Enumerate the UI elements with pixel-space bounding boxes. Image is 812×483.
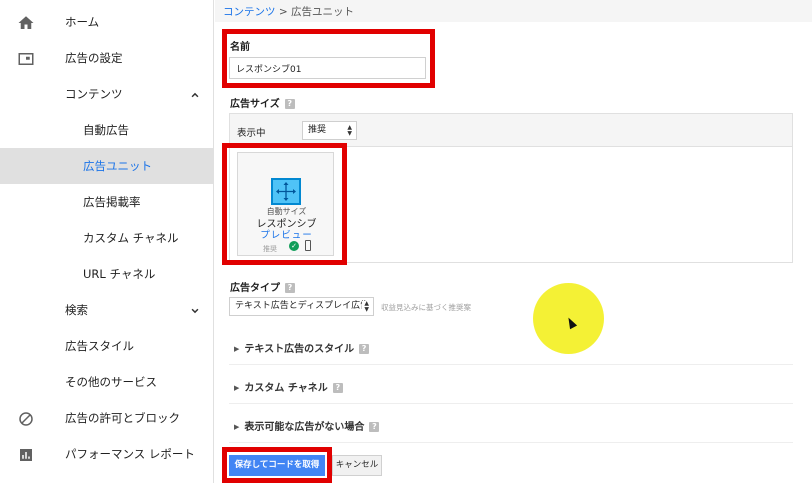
- sidebar-item-label: 広告の許可とブロック: [65, 411, 180, 425]
- show-select-value: 推奨: [308, 125, 327, 135]
- home-icon: [18, 16, 34, 29]
- mobile-device-icon: [305, 240, 311, 251]
- section-custom-channels[interactable]: ▶ カスタム チャネル?: [234, 379, 343, 394]
- sidebar-item-coverage[interactable]: 広告掲載率: [0, 184, 214, 220]
- block-icon: [19, 412, 33, 426]
- select-arrows-icon: ▲ ▼: [362, 300, 369, 313]
- show-select[interactable]: 推奨 ▲ ▼: [302, 121, 357, 140]
- card-preview-link[interactable]: プレビュー: [238, 227, 335, 241]
- breadcrumb: コンテンツ > 広告ユニット: [223, 4, 354, 19]
- ad-size-label: 広告サイズ?: [230, 95, 295, 110]
- breadcrumb-current: 広告ユニット: [290, 6, 354, 18]
- section-title: テキスト広告のスタイル: [244, 344, 355, 355]
- main-area: コンテンツ > 広告ユニット 名前 広告サイズ? 表示中 推奨 ▲▼ 自動サイズ: [215, 0, 812, 483]
- sidebar-item-label: 検索: [65, 303, 88, 317]
- ad-unit-form: 名前 広告サイズ? 表示中 推奨 ▲▼ 自動サイズ レスポンシブ プレビュー: [215, 22, 812, 483]
- divider: [229, 442, 793, 443]
- cancel-button[interactable]: キャンセル: [332, 455, 382, 476]
- sidebar-item-home[interactable]: ホーム: [0, 4, 214, 40]
- sidebar-item-url-channels[interactable]: URL チャネル: [0, 256, 214, 292]
- sidebar-item-ad-settings[interactable]: 広告の設定: [0, 40, 214, 76]
- section-no-ads-available[interactable]: ▶ 表示可能な広告がない場合?: [234, 418, 380, 433]
- divider: [229, 403, 793, 404]
- sidebar-item-ad-styles[interactable]: 広告スタイル: [0, 328, 214, 364]
- sidebar-item-contents[interactable]: コンテンツ: [0, 76, 214, 112]
- sidebar-item-performance-reports[interactable]: パフォーマンス レポート: [0, 436, 214, 472]
- sidebar-item-label: 自動広告: [83, 123, 129, 137]
- breadcrumb-separator: >: [275, 6, 291, 18]
- check-circle-icon: ✓: [289, 241, 299, 251]
- section-title: カスタム チャネル: [244, 383, 328, 394]
- sidebar-item-label: コンテンツ: [65, 87, 123, 101]
- section-text-ad-style[interactable]: ▶ テキスト広告のスタイル?: [234, 340, 370, 355]
- sidebar-item-allow-block[interactable]: 広告の許可とブロック: [0, 400, 214, 436]
- help-icon[interactable]: ?: [332, 383, 343, 393]
- sidebar: ホーム 広告の設定 コンテンツ 自動広告 広告ユニット 広告掲載率 カスタム チ…: [0, 0, 214, 483]
- ad-size-box: 表示中 推奨 ▲ ▼ 自動サイズ レスポンシブ プレビュー 推奨 ✓: [229, 113, 793, 263]
- sidebar-item-label: 広告スタイル: [65, 339, 134, 353]
- ad-size-filter-bar: 表示中 推奨 ▲ ▼: [230, 114, 792, 147]
- ad-type-hint: 収益見込みに基づく推奨案: [381, 303, 471, 312]
- sidebar-item-other-services[interactable]: その他のサービス: [0, 364, 214, 400]
- save-and-get-code-button[interactable]: 保存してコードを取得: [229, 455, 325, 476]
- show-label: 表示中: [237, 128, 266, 139]
- sidebar-item-auto-ads[interactable]: 自動広告: [0, 112, 214, 148]
- ad-type-select-value: テキスト広告とディスプレイ広告: [235, 301, 370, 311]
- card-recommended-label: 推奨: [263, 245, 277, 253]
- sidebar-item-label: カスタム チャネル: [83, 231, 179, 245]
- section-title: 表示可能な広告がない場合: [244, 422, 365, 433]
- ad-type-select[interactable]: テキスト広告とディスプレイ広告 ▲ ▼: [229, 297, 374, 316]
- bar-chart-icon: [20, 449, 32, 461]
- help-icon[interactable]: ?: [284, 99, 295, 109]
- sidebar-item-label: URL チャネル: [83, 267, 156, 281]
- help-icon[interactable]: ?: [369, 422, 380, 432]
- chevron-down-icon: [191, 308, 199, 314]
- help-icon[interactable]: ?: [359, 344, 370, 354]
- caret-right-icon: ▶: [234, 423, 240, 431]
- ad-size-label-text: 広告サイズ: [230, 99, 280, 110]
- sidebar-item-ad-units[interactable]: 広告ユニット: [0, 148, 214, 184]
- help-icon[interactable]: ?: [285, 283, 295, 293]
- chevron-up-icon: [191, 92, 199, 98]
- select-arrows-icon: ▲ ▼: [347, 124, 352, 137]
- name-input[interactable]: [229, 57, 426, 79]
- ad-settings-icon: [18, 53, 34, 65]
- resize-arrows-icon: [271, 178, 301, 205]
- sidebar-item-label: ホーム: [65, 15, 100, 29]
- sidebar-item-label: パフォーマンス レポート: [65, 447, 195, 461]
- name-label: 名前: [230, 42, 250, 53]
- sidebar-item-label: 広告掲載率: [83, 195, 141, 209]
- sidebar-item-label: その他のサービス: [65, 375, 157, 389]
- breadcrumb-link-contents[interactable]: コンテンツ: [223, 6, 276, 18]
- sidebar-item-custom-channels[interactable]: カスタム チャネル: [0, 220, 214, 256]
- ad-type-label: 広告タイプ?: [230, 279, 295, 294]
- ad-type-label-text: 広告タイプ: [230, 283, 280, 294]
- caret-right-icon: ▶: [234, 384, 240, 392]
- sidebar-item-search[interactable]: 検索: [0, 292, 214, 328]
- divider: [229, 364, 793, 365]
- sidebar-item-label: 広告の設定: [65, 51, 123, 65]
- caret-right-icon: ▶: [234, 345, 240, 353]
- responsive-size-card[interactable]: 自動サイズ レスポンシブ プレビュー 推奨 ✓: [237, 152, 334, 256]
- sidebar-item-label: 広告ユニット: [83, 159, 152, 173]
